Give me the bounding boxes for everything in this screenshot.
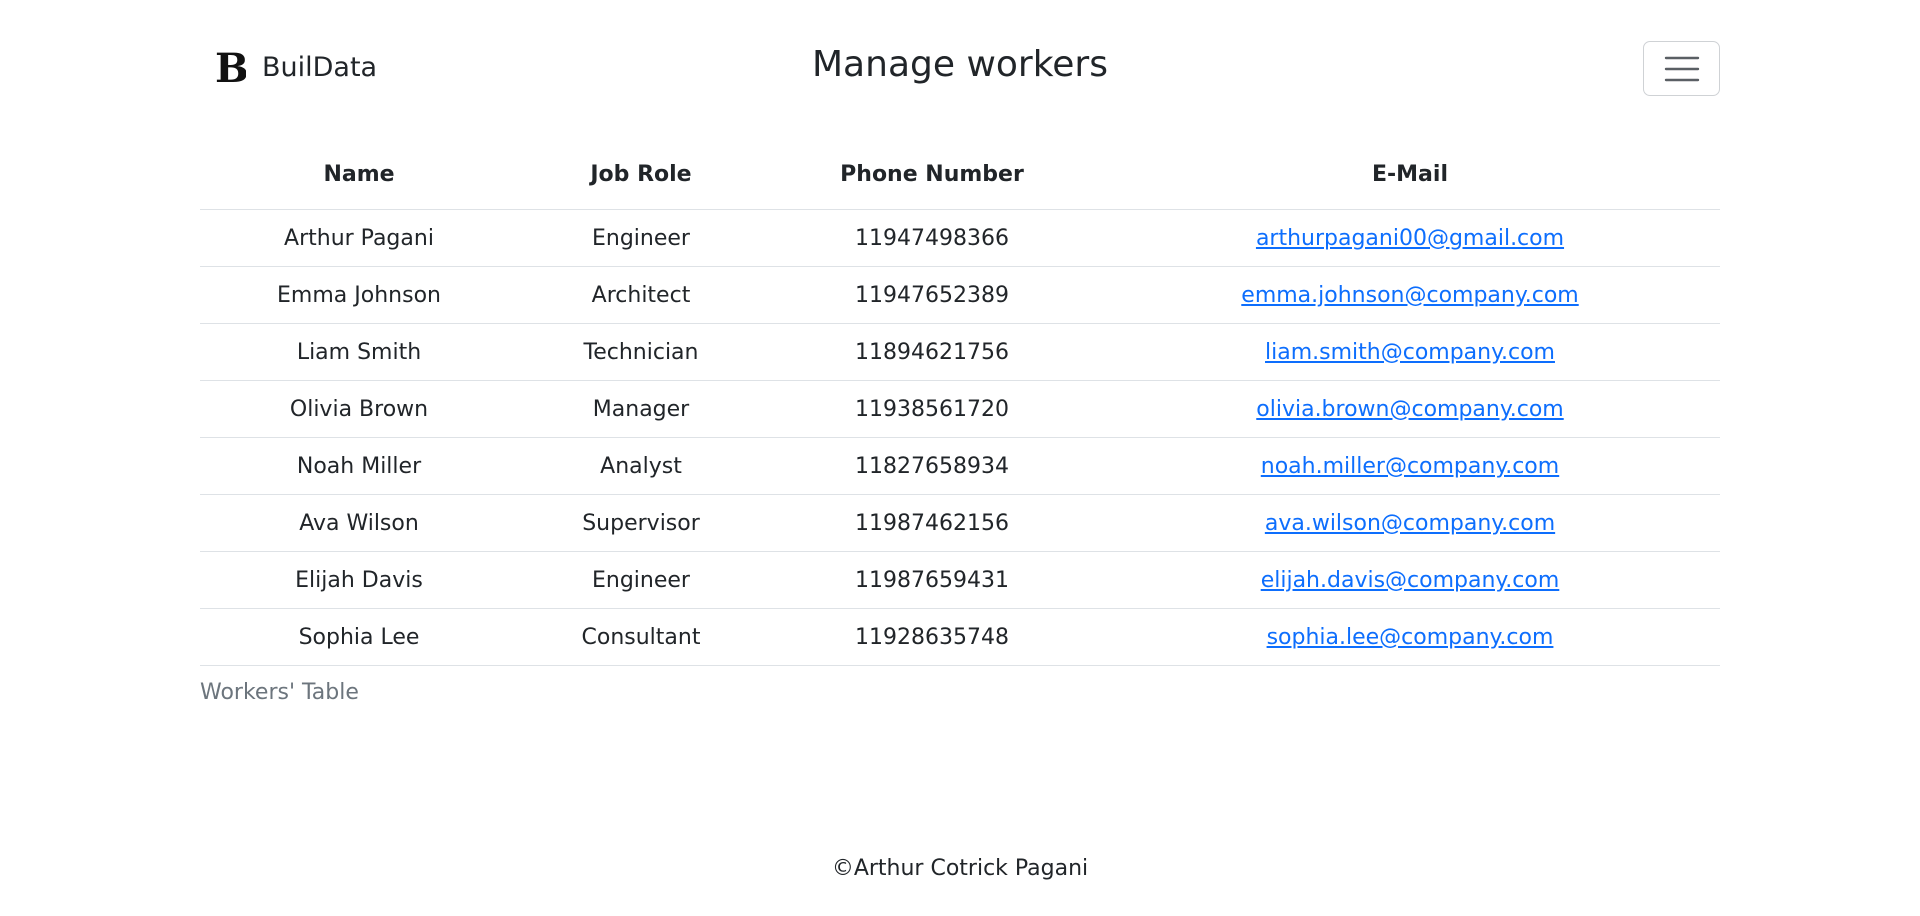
table-row: Arthur Pagani Engineer 11947498366 arthu…: [200, 209, 1720, 267]
footer-copyright: ©Arthur Cotrick Pagani: [831, 856, 1089, 881]
cell-job-role: Architect: [518, 266, 764, 324]
brand-logo-letter: B: [215, 45, 246, 90]
hamburger-menu-icon: [1664, 56, 1699, 81]
cell-phone-number: 11928635748: [764, 608, 1100, 666]
cell-job-role: Engineer: [518, 551, 764, 609]
cell-email: olivia.brown@company.com: [1100, 380, 1720, 438]
email-link[interactable]: arthurpagani00@gmail.com: [1256, 226, 1564, 251]
cell-email: sophia.lee@company.com: [1100, 608, 1720, 666]
footer: ©Arthur Cotrick Pagani: [200, 856, 1720, 881]
cell-phone-number: 11938561720: [764, 380, 1100, 438]
cell-name: Ava Wilson: [200, 494, 518, 552]
cell-job-role: Engineer: [518, 209, 764, 267]
cell-email: liam.smith@company.com: [1100, 323, 1720, 381]
cell-name: Emma Johnson: [200, 266, 518, 324]
cell-phone-number: 11947498366: [764, 209, 1100, 267]
email-link[interactable]: sophia.lee@company.com: [1267, 625, 1554, 650]
cell-name: Olivia Brown: [200, 380, 518, 438]
email-link[interactable]: elijah.davis@company.com: [1261, 568, 1560, 593]
cell-email: elijah.davis@company.com: [1100, 551, 1720, 609]
column-header-job-role: Job Role: [518, 140, 764, 210]
cell-email: noah.miller@company.com: [1100, 437, 1720, 495]
cell-phone-number: 11987659431: [764, 551, 1100, 609]
table-row: Sophia Lee Consultant 11928635748 sophia…: [200, 608, 1720, 666]
table-caption: Workers' Table: [200, 680, 359, 705]
cell-job-role: Technician: [518, 323, 764, 381]
email-link[interactable]: emma.johnson@company.com: [1241, 283, 1578, 308]
workers-table: Name Job Role Phone Number E-Mail Arthur…: [200, 140, 1720, 666]
cell-name: Elijah Davis: [200, 551, 518, 609]
brand-link[interactable]: B BuilData: [212, 44, 377, 90]
email-link[interactable]: olivia.brown@company.com: [1256, 397, 1563, 422]
email-link[interactable]: liam.smith@company.com: [1265, 340, 1555, 365]
column-header-email: E-Mail: [1100, 140, 1720, 210]
cell-email: ava.wilson@company.com: [1100, 494, 1720, 552]
table-row: Emma Johnson Architect 11947652389 emma.…: [200, 266, 1720, 324]
cell-job-role: Manager: [518, 380, 764, 438]
cell-phone-number: 11987462156: [764, 494, 1100, 552]
cell-job-role: Consultant: [518, 608, 764, 666]
column-header-name: Name: [200, 140, 518, 210]
cell-job-role: Analyst: [518, 437, 764, 495]
page-container: B BuilData Manage workers Name Job Role …: [200, 0, 1720, 916]
brand-name: BuilData: [262, 51, 378, 83]
cell-job-role: Supervisor: [518, 494, 764, 552]
cell-phone-number: 11827658934: [764, 437, 1100, 495]
table-row: Olivia Brown Manager 11938561720 olivia.…: [200, 380, 1720, 438]
cell-name: Sophia Lee: [200, 608, 518, 666]
table-header-row: Name Job Role Phone Number E-Mail: [200, 140, 1720, 210]
table-row: Elijah Davis Engineer 11987659431 elijah…: [200, 551, 1720, 609]
navbar: B BuilData Manage workers: [200, 0, 1720, 140]
table-row: Ava Wilson Supervisor 11987462156 ava.wi…: [200, 494, 1720, 552]
cell-phone-number: 11894621756: [764, 323, 1100, 381]
column-header-phone-number: Phone Number: [764, 140, 1100, 210]
cell-phone-number: 11947652389: [764, 266, 1100, 324]
cell-email: emma.johnson@company.com: [1100, 266, 1720, 324]
cell-name: Arthur Pagani: [200, 209, 518, 267]
page-title: Manage workers: [812, 44, 1108, 85]
table-row: Liam Smith Technician 11894621756 liam.s…: [200, 323, 1720, 381]
table-row: Noah Miller Analyst 11827658934 noah.mil…: [200, 437, 1720, 495]
table-header: Name Job Role Phone Number E-Mail: [200, 140, 1720, 210]
table-body: Arthur Pagani Engineer 11947498366 arthu…: [200, 209, 1720, 666]
cell-email: arthurpagani00@gmail.com: [1100, 209, 1720, 267]
email-link[interactable]: ava.wilson@company.com: [1265, 511, 1555, 536]
cell-name: Noah Miller: [200, 437, 518, 495]
email-link[interactable]: noah.miller@company.com: [1261, 454, 1559, 479]
navbar-toggle-button[interactable]: [1643, 41, 1720, 96]
cell-name: Liam Smith: [200, 323, 518, 381]
brand-logo-icon: B: [212, 44, 246, 90]
